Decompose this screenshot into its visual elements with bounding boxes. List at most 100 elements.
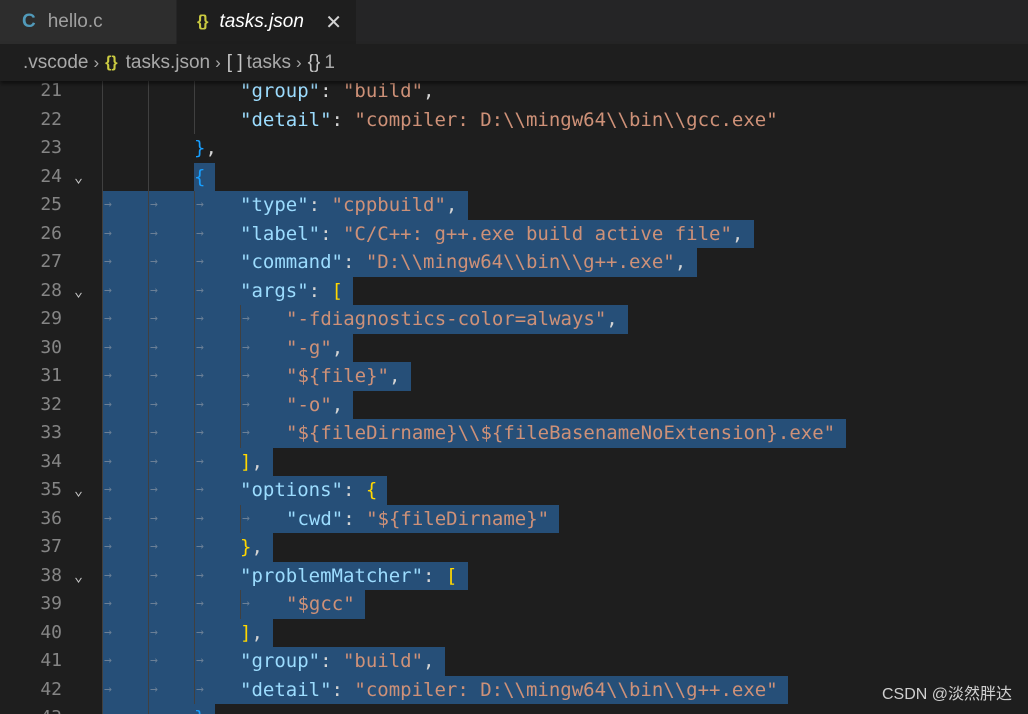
line-number: 38 <box>40 564 62 586</box>
code-line[interactable]: → → → 41 "group": "build", <box>0 647 1028 676</box>
whitespace-arrow-icon: → <box>104 596 112 611</box>
code-line[interactable]: → → → → 36 "cwd": "${fileDirname}" <box>0 504 1028 533</box>
whitespace-arrow-icon: → <box>242 510 250 526</box>
whitespace-arrow-icon: → <box>150 681 158 697</box>
code-line[interactable]: → → → 37}, <box>0 533 1028 562</box>
code-line[interactable]: → → 43} <box>0 704 1028 714</box>
indent-guide <box>194 561 195 590</box>
indent-guide <box>194 390 195 419</box>
code-line[interactable]: → → → 28 ⌄ "args": [ <box>0 276 1028 306</box>
breadcrumb-file[interactable]: tasks.json <box>126 52 210 74</box>
indent-guide <box>194 647 195 676</box>
code-line[interactable]: → → → → 31 "${file}", <box>0 362 1028 391</box>
indent-guide <box>102 162 103 191</box>
indent-guide <box>148 447 149 476</box>
code-token: "label" <box>240 222 321 245</box>
code-line[interactable]: 24 ⌄ { <box>0 162 1028 192</box>
whitespace-arrow-icon: → <box>104 510 112 526</box>
breadcrumb-object[interactable]: 1 <box>324 52 335 74</box>
code-token: ] <box>240 621 252 644</box>
breadcrumb-array[interactable]: tasks <box>247 52 291 74</box>
code-token: , <box>251 536 263 558</box>
indent-guide <box>148 305 149 334</box>
code-token: [ <box>445 564 458 587</box>
code-line[interactable]: → → → 40], <box>0 618 1028 647</box>
fold-chevron-icon[interactable]: ⌄ <box>74 476 83 505</box>
code-line[interactable]: → → → 38 ⌄ "problemMatcher": [ <box>0 561 1028 591</box>
code-line[interactable]: → → → → 30 "-g", <box>0 333 1028 362</box>
code-line[interactable]: → → → 42 "detail": "compiler: D:\\mingw64\\b… <box>0 675 1028 704</box>
code-line[interactable]: → → → → 29 "-fdiagnostics-color=always", <box>0 305 1028 334</box>
indent-guide <box>148 134 149 163</box>
code-line[interactable]: 22 "detail": "compiler: D:\\mingw64\\bin\… <box>0 105 1028 134</box>
code-token: [ <box>331 279 343 302</box>
code-line[interactable]: 21 "group": "build", <box>0 81 1028 106</box>
code-line[interactable]: → → → → 39 "$gcc" <box>0 590 1028 619</box>
code-line[interactable]: → → → 25 "type": "cppbuild", <box>0 191 1028 220</box>
c-file-icon: C <box>22 11 36 32</box>
code-line[interactable]: 23}, <box>0 134 1028 163</box>
whitespace-arrow-icon: → <box>104 225 112 241</box>
code-token: : <box>343 507 367 530</box>
close-icon[interactable]: ✕ <box>325 10 342 35</box>
whitespace-arrow-icon: → <box>242 596 250 611</box>
whitespace-arrow-icon: → <box>196 396 204 412</box>
indent-guide <box>148 333 149 362</box>
line-number: 37 <box>40 536 62 557</box>
whitespace-arrow-icon: → <box>196 425 204 440</box>
code-line[interactable]: → → → → 33 "${fileDirname}\\${fileBasenameNoE… <box>0 419 1028 448</box>
code-token: : <box>342 479 366 501</box>
line-number: 32 <box>40 393 62 415</box>
whitespace-arrow-icon: → <box>150 539 158 554</box>
whitespace-arrow-icon: → <box>150 254 158 269</box>
fold-chevron-icon[interactable]: ⌄ <box>74 163 83 192</box>
code-token: "detail" <box>240 108 332 131</box>
fold-chevron-icon[interactable]: ⌄ <box>74 277 83 306</box>
code-line[interactable]: → → → 26 "label": "C/C++: g++.exe build acti… <box>0 219 1028 248</box>
indent-guide <box>148 276 149 305</box>
array-icon: [ ] <box>226 51 243 73</box>
indent-guide <box>194 362 195 391</box>
indent-guide <box>148 647 149 676</box>
code-token: , <box>731 222 744 245</box>
whitespace-arrow-icon: → <box>242 425 250 440</box>
code-token: "${fileDirname}\\${fileBasenameNoExtensi… <box>286 422 836 444</box>
whitespace-arrow-icon: → <box>150 368 158 383</box>
breadcrumb-folder[interactable]: .vscode <box>23 52 88 74</box>
code-token: "-o" <box>286 393 332 416</box>
whitespace-arrow-icon: → <box>104 339 112 355</box>
indent-guide <box>102 675 103 704</box>
code-line[interactable]: → → → 34], <box>0 447 1028 476</box>
tab-hello-c[interactable]: C hello.c <box>0 0 177 44</box>
whitespace-arrow-icon: → <box>196 453 204 469</box>
line-number: 43 <box>0 704 62 714</box>
indent-guide <box>148 533 149 562</box>
code-token: { <box>365 479 378 501</box>
code-text: "-o", <box>286 391 343 420</box>
indent-guide <box>102 447 103 476</box>
indent-guide <box>148 248 149 277</box>
line-number: 40 <box>40 621 62 643</box>
line-number: 42 <box>40 678 62 700</box>
code-line[interactable]: → → → 35 ⌄ "options": { <box>0 476 1028 505</box>
code-token: "detail" <box>240 678 332 701</box>
fold-chevron-icon[interactable]: ⌄ <box>74 562 83 591</box>
code-token: : <box>342 251 366 273</box>
whitespace-arrow-icon: → <box>150 510 158 526</box>
whitespace-arrow-icon: → <box>196 681 204 697</box>
code-token: , <box>251 450 263 473</box>
code-text: "-fdiagnostics-color=always", <box>286 305 618 334</box>
code-token: "build" <box>342 650 424 672</box>
indent-guide <box>102 504 103 533</box>
code-line[interactable]: → → → 27 "command": "D:\\mingw64\\bin\\g++.e… <box>0 248 1028 277</box>
code-editor[interactable]: 21 "group": "build", 22 "detail": "compiler… <box>0 81 1028 714</box>
code-token: "$gcc" <box>286 593 355 615</box>
whitespace-arrow-icon: → <box>196 311 204 326</box>
code-line[interactable]: → → → → 32 "-o", <box>0 390 1028 420</box>
indent-guide <box>102 561 103 590</box>
code-token: { <box>194 165 206 188</box>
indent-guide <box>102 476 103 505</box>
breadcrumb: .vscode › {} tasks.json › [ ] tasks › {}… <box>0 44 1028 81</box>
indent-guide <box>194 276 195 305</box>
tab-tasks-json[interactable]: {} tasks.json ✕ <box>177 0 357 44</box>
